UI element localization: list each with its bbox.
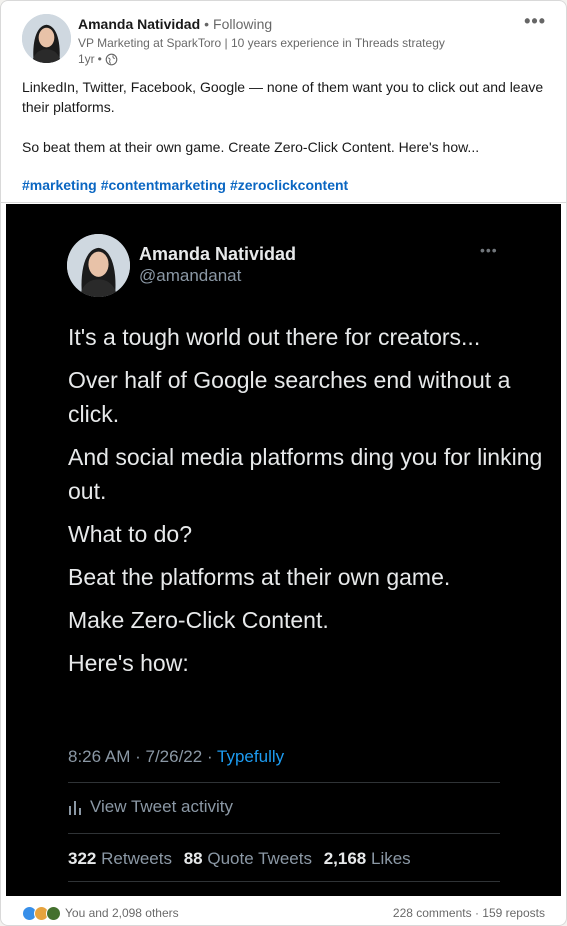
tweet-line: Beat the platforms at their own game.: [68, 564, 451, 590]
reposts-link[interactable]: 159 reposts: [482, 906, 545, 920]
engagement-counts: 228 comments · 159 reposts: [392, 906, 545, 920]
tweet-author-name: Amanda Natividad: [139, 244, 297, 264]
tweet-divider: [68, 833, 500, 834]
tweet-divider: [68, 881, 500, 882]
follow-status: Following: [213, 16, 273, 32]
tweet-image[interactable]: Amanda Natividad @amandanat ••• It's a t…: [6, 204, 561, 896]
author-headline: VP Marketing at SparkToro | 10 years exp…: [78, 36, 445, 50]
quotes-count: 88: [183, 849, 203, 868]
separator-dot: •: [97, 52, 102, 66]
retweets-label: Retweets: [101, 849, 172, 868]
divider: [1, 202, 566, 203]
hashtag-list: #marketing #contentmarketing #zeroclickcon…: [22, 177, 352, 193]
tweet-divider: [68, 782, 500, 783]
tweet-line: Here's how:: [68, 650, 189, 676]
hashtag-link[interactable]: #marketing: [22, 177, 97, 193]
tweet-stats: 322 Retweets 88 Quote Tweets 2,168 Likes: [68, 849, 418, 869]
hashtag-link[interactable]: #contentmarketing: [101, 177, 226, 193]
hashtag-link[interactable]: #zeroclickcontent: [230, 177, 348, 193]
celebrate-icon: [46, 906, 61, 921]
activity-label: View Tweet activity: [90, 797, 233, 816]
linkedin-post-card: Amanda Natividad • Following VP Marketing …: [0, 0, 567, 926]
author-avatar[interactable]: [22, 14, 71, 63]
post-time: 1yr: [78, 52, 95, 66]
tweet-more-icon: •••: [480, 242, 498, 258]
more-icon[interactable]: •••: [524, 11, 546, 32]
author-header: Amanda Natividad • Following: [78, 16, 272, 32]
tweet-avatar: [67, 234, 130, 297]
tweet-line: And social media platforms ding you for …: [68, 444, 543, 504]
tweet-line: It's a tough world out there for creator…: [68, 324, 481, 350]
post-body: LinkedIn, Twitter, Facebook, Google — no…: [22, 77, 547, 157]
tweet-handle: @amandanat: [139, 266, 242, 285]
author-name[interactable]: Amanda Natividad: [78, 16, 200, 32]
reaction-icons[interactable]: [22, 906, 61, 921]
post-text-line: LinkedIn, Twitter, Facebook, Google — no…: [22, 79, 544, 115]
likes-label: Likes: [370, 849, 411, 868]
separator-dot: •: [204, 16, 210, 32]
tweet-source: Typefully: [217, 747, 285, 766]
likes-count: 2,168: [323, 849, 367, 868]
reactions-count[interactable]: You and 2,098 others: [65, 906, 179, 920]
quotes-label: Quote Tweets: [207, 849, 312, 868]
tweet-time: 8:26 AM: [68, 747, 131, 766]
tweet-meta: 8:26 AM · 7/26/22 · Typefully: [68, 747, 285, 766]
globe-icon: [105, 53, 118, 66]
tweet-line: What to do?: [68, 521, 193, 547]
tweet-activity: View Tweet activity: [68, 797, 233, 817]
post-text-line: So beat them at their own game. Create Z…: [22, 139, 480, 155]
comments-link[interactable]: 228 comments: [393, 906, 472, 920]
tweet-body: It's a tough world out there for creator…: [68, 320, 548, 689]
tweet-line: Make Zero-Click Content.: [68, 607, 329, 633]
retweets-count: 322: [68, 849, 97, 868]
tweet-line: Over half of Google searches end without…: [68, 367, 511, 427]
social-counts: You and 2,098 others 228 comments · 159 …: [1, 896, 566, 925]
post-timestamp: 1yr •: [78, 52, 118, 66]
tweet-date: 7/26/22: [145, 747, 203, 766]
bars-icon: [68, 799, 82, 815]
